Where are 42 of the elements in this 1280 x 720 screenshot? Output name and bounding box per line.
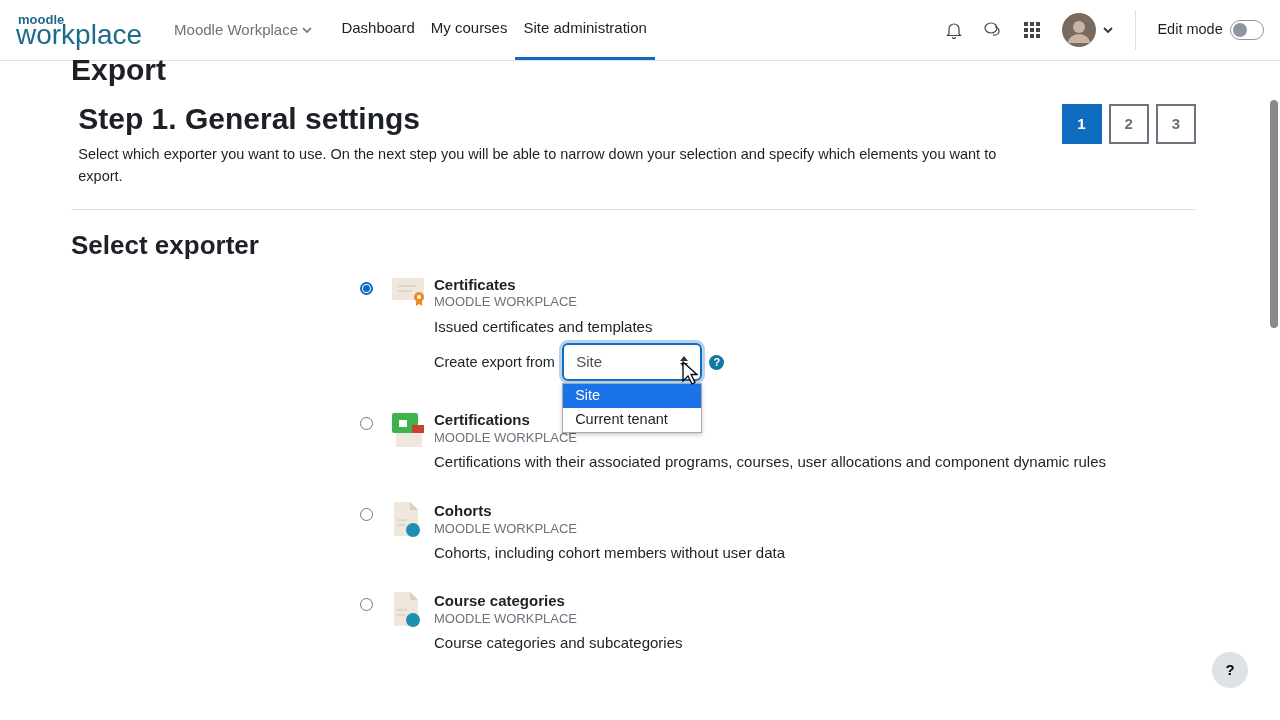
- help-icon[interactable]: ?: [709, 354, 725, 370]
- chevron-down-icon[interactable]: [1102, 26, 1113, 34]
- certification-icon: [392, 411, 426, 448]
- exporter-description: Cohorts, including cohort members without user data: [434, 542, 785, 563]
- edit-mode-label: Edit mode: [1157, 20, 1223, 40]
- exporter-description: Course categories and subcategories: [434, 633, 683, 653]
- document-icon: [392, 592, 422, 629]
- exporter-source: MOODLE WORKPLACE: [434, 430, 578, 447]
- exporter-source: MOODLE WORKPLACE: [434, 611, 578, 628]
- nav-link[interactable]: Dashboard: [333, 0, 423, 60]
- nav-link[interactable]: My courses: [422, 0, 516, 60]
- tenant-menu[interactable]: Moodle Workplace: [174, 18, 312, 42]
- help-button[interactable]: ?: [1212, 652, 1248, 688]
- step-indicator[interactable]: 3: [1156, 104, 1196, 145]
- certificate-icon: [392, 275, 426, 306]
- nav-link[interactable]: Site administration: [515, 0, 655, 60]
- step-title: Step 1. General settings: [78, 100, 422, 137]
- section-title: Select exporter: [71, 230, 260, 262]
- document-icon: [392, 501, 422, 538]
- page-title: Export: [71, 53, 167, 86]
- select-field[interactable]: Site: [562, 343, 703, 382]
- exporter-title: Certificates: [434, 275, 516, 295]
- exporter-description: Certifications with their associated programs, courses, user allocations and component dynamic rules: [434, 452, 1106, 472]
- scrollbar[interactable]: [1270, 100, 1278, 328]
- exporter-title: Certifications: [434, 411, 530, 431]
- step-indicator[interactable]: 2: [1108, 104, 1149, 145]
- exporter-source: MOODLE WORKPLACE: [434, 520, 578, 537]
- step-indicator[interactable]: 1: [1061, 104, 1102, 145]
- radio-button[interactable]: [360, 281, 373, 295]
- dropdown-option[interactable]: Site: [563, 384, 702, 409]
- avatar-icon[interactable]: [1061, 13, 1096, 47]
- notification-bell-icon[interactable]: [946, 21, 963, 39]
- app-grid-icon[interactable]: [1023, 22, 1040, 38]
- step-description: Select which exporter you want to use. On the next step you will be able to narrow down your selection and specify which elements you want to export.: [78, 144, 998, 186]
- chevron-down-icon: [301, 26, 312, 34]
- exporter-source: MOODLE WORKPLACE: [434, 294, 578, 311]
- exporter-title: Course categories: [434, 592, 565, 612]
- chat-bubbles-icon[interactable]: [984, 22, 1003, 38]
- exporter-description: Issued certificates and templates: [434, 316, 653, 337]
- exporter-title: Cohorts: [434, 501, 492, 521]
- dropdown-option[interactable]: Current tenant: [563, 408, 702, 432]
- field-label: Create export from: [434, 352, 555, 372]
